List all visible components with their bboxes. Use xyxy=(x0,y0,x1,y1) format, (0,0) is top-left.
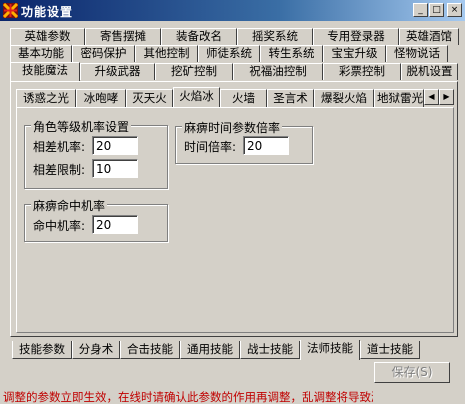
rate-diff-label: 相差机率: xyxy=(33,140,86,154)
time-rate-label: 时间倍率: xyxy=(184,140,237,154)
tab-upgrade-weapon[interactable]: 升级武器 xyxy=(80,63,155,80)
tab-mentor-system[interactable]: 师徒系统 xyxy=(198,45,260,62)
class-tab-common-skill[interactable]: 通用技能 xyxy=(180,341,240,359)
tab-lottery-control[interactable]: 彩票控制 xyxy=(323,63,401,80)
tab-other-control[interactable]: 其他控制 xyxy=(135,45,198,62)
tab-rebirth-system[interactable]: 转生系统 xyxy=(260,45,323,62)
top-tabs-row-2: 基本功能 密码保护 其他控制 师徒系统 转生系统 宝宝升级 怪物说话 xyxy=(10,45,448,62)
tab-blessing-oil[interactable]: 祝福油控制 xyxy=(233,63,323,80)
tab-consignment[interactable]: 寄售摆摊 xyxy=(85,28,161,45)
skill-tab-sky-fire[interactable]: 灭天火 xyxy=(126,89,173,107)
paralysis-time-group-title: 麻痹时间参数倍率 xyxy=(182,119,283,136)
top-tabs-row-3: 技能魔法 升级武器 挖矿控制 祝福油控制 彩票控制 脱机设置 xyxy=(10,62,458,81)
save-button[interactable]: 保存(S) xyxy=(374,362,450,383)
tab-password-protect[interactable]: 密码保护 xyxy=(72,45,135,62)
class-tab-combo-skill[interactable]: 合击技能 xyxy=(120,341,180,359)
maximize-button[interactable]: □ xyxy=(429,3,444,17)
scroll-right-icon[interactable]: ▶ xyxy=(439,89,454,105)
class-tab-taoist-skill[interactable]: 道士技能 xyxy=(360,341,420,359)
scroll-left-icon[interactable]: ◀ xyxy=(424,89,439,105)
minimize-button[interactable]: _ xyxy=(413,3,428,17)
skill-tab-ice-roar[interactable]: 冰咆哮 xyxy=(76,89,126,107)
limit-diff-label: 相差限制: xyxy=(33,163,86,177)
tab-skill-magic[interactable]: 技能魔法 xyxy=(10,62,80,81)
window-title: 功能设置 xyxy=(21,5,74,19)
tab-login-tool[interactable]: 专用登录器 xyxy=(313,28,399,45)
class-tab-mage-skill[interactable]: 法师技能 xyxy=(300,340,360,360)
tab-offline-settings[interactable]: 脱机设置 xyxy=(401,63,458,80)
tab-basic-functions[interactable]: 基本功能 xyxy=(10,45,72,62)
tab-pet-upgrade[interactable]: 宝宝升级 xyxy=(323,45,386,62)
level-rate-group: 角色等级机率设置 xyxy=(24,118,168,189)
skill-class-tabs: 技能参数 分身术 合击技能 通用技能 战士技能 法师技能 道士技能 xyxy=(12,340,420,360)
class-tab-skill-params[interactable]: 技能参数 xyxy=(12,341,72,359)
skill-tab-fire-wall[interactable]: 火墙 xyxy=(220,89,267,107)
hit-rate-input[interactable] xyxy=(92,215,138,234)
skill-tab-lure-light[interactable]: 诱惑之光 xyxy=(16,89,76,107)
top-tabs-row-1: 英雄参数 寄售摆摊 装备改名 摇奖系统 专用登录器 英雄酒馆 xyxy=(10,28,459,45)
title-bar[interactable]: 功能设置 _ □ × xyxy=(0,0,465,21)
limit-diff-input[interactable] xyxy=(92,159,138,178)
paralysis-hit-group-title: 麻痹命中机率 xyxy=(31,197,108,214)
skill-tab-burst-flame[interactable]: 爆裂火焰 xyxy=(314,89,374,107)
skill-tab-holy-word[interactable]: 圣言术 xyxy=(267,89,314,107)
tab-mining-control[interactable]: 挖矿控制 xyxy=(155,63,233,80)
app-icon xyxy=(3,3,18,18)
tab-monster-talk[interactable]: 怪物说话 xyxy=(386,45,448,62)
skill-tab-scroller: ◀ ▶ xyxy=(424,89,454,105)
status-warning-text: 调整的参数立即生效，在线时请确认此参数的作用再调整，乱调整将导致游戏混乱。 xyxy=(3,390,373,404)
skill-tab-hell-thunder[interactable]: 地狱雷光 xyxy=(374,89,424,107)
skill-tabs: 诱惑之光 冰咆哮 灭天火 火焰冰 火墙 圣言术 爆裂火焰 地狱雷光 xyxy=(16,87,424,107)
tab-hero-tavern[interactable]: 英雄酒馆 xyxy=(399,28,459,45)
level-rate-group-title: 角色等级机率设置 xyxy=(31,118,132,135)
skill-tab-flame-ice[interactable]: 火焰冰 xyxy=(173,87,220,107)
class-tab-warrior-skill[interactable]: 战士技能 xyxy=(240,341,300,359)
rate-diff-input[interactable] xyxy=(92,136,138,155)
tab-lottery-system[interactable]: 摇奖系统 xyxy=(237,28,313,45)
close-button[interactable]: × xyxy=(447,3,462,17)
tab-hero-params[interactable]: 英雄参数 xyxy=(10,28,85,45)
hit-rate-label: 命中机率: xyxy=(33,219,86,233)
time-rate-input[interactable] xyxy=(243,136,289,155)
tab-rename-equip[interactable]: 装备改名 xyxy=(161,28,237,45)
class-tab-clone[interactable]: 分身术 xyxy=(72,341,120,359)
